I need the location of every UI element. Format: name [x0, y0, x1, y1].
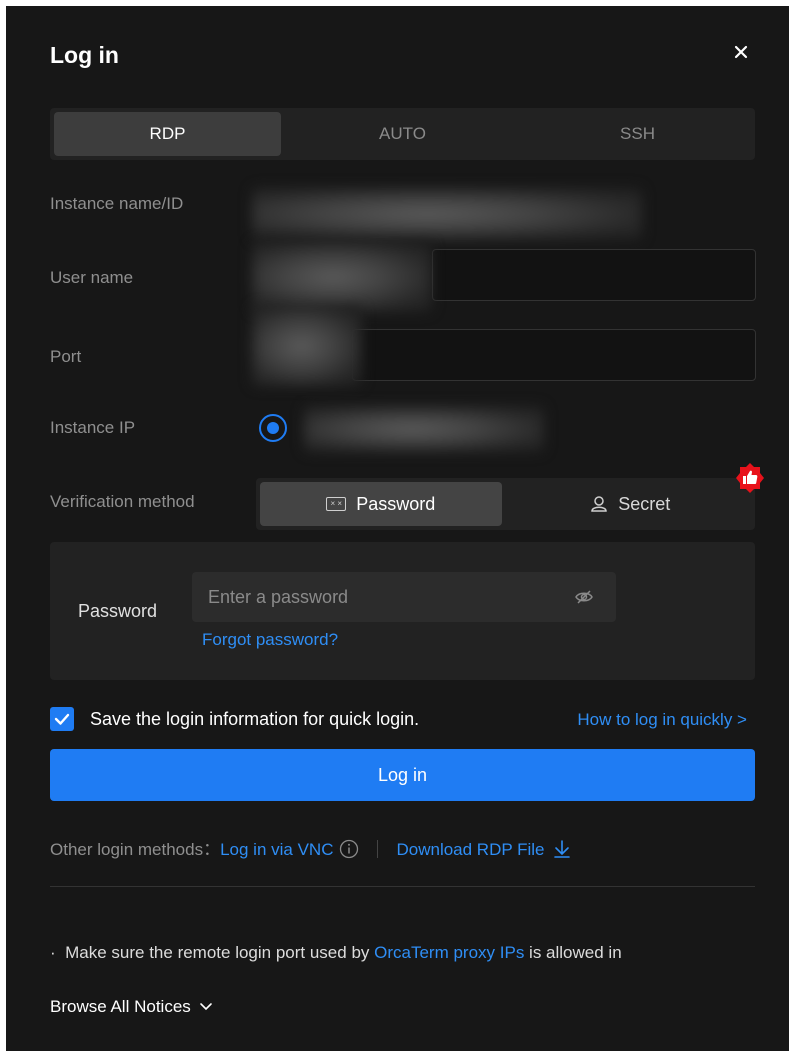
port-input[interactable]	[352, 329, 756, 381]
verification-secret-option[interactable]: Secret	[510, 482, 752, 526]
password-label: Password	[78, 601, 158, 621]
login-button[interactable]: Log in	[50, 749, 755, 801]
password-field[interactable]	[192, 572, 616, 622]
tab-rdp[interactable]: RDP	[54, 112, 281, 156]
verification-password-option[interactable]: × × Password	[260, 482, 502, 526]
separator	[377, 840, 379, 858]
verification-method-label: Verification method	[50, 492, 195, 511]
divider	[50, 886, 755, 887]
other-login-methods-label: Other login methods：	[50, 840, 221, 859]
info-icon[interactable]	[339, 839, 359, 859]
login-via-vnc-link[interactable]: Log in via VNC	[220, 840, 333, 859]
chevron-down-icon	[199, 996, 213, 1011]
user-name-label: User name	[50, 268, 134, 287]
browse-all-notices-label: Browse All Notices	[50, 997, 191, 1016]
instance-name-value	[252, 188, 642, 240]
verification-method-toggle: × × Password Secret	[256, 478, 755, 530]
port-value	[252, 306, 362, 386]
forgot-password-link[interactable]: Forgot password?	[202, 630, 338, 650]
tab-ssh[interactable]: SSH	[524, 112, 751, 156]
user-key-icon	[590, 495, 608, 513]
instance-ip-radio[interactable]	[259, 414, 287, 442]
password-input[interactable]	[208, 572, 548, 622]
browse-all-notices-button[interactable]: Browse All Notices	[50, 996, 213, 1017]
keyboard-icon: × ×	[326, 497, 347, 511]
orcaterm-proxy-ips-link[interactable]: OrcaTerm proxy IPs	[374, 943, 524, 962]
close-icon[interactable]	[730, 42, 752, 64]
how-to-log-in-quickly-link[interactable]: How to log in quickly >	[577, 710, 747, 730]
protocol-tabs: RDP AUTO SSH	[50, 108, 755, 160]
dialog-title: Log in	[50, 42, 119, 68]
eye-off-icon[interactable]	[574, 587, 594, 607]
password-panel: Password Forgot password?	[50, 542, 755, 680]
instance-name-label: Instance name/ID	[50, 194, 184, 213]
port-label: Port	[50, 347, 82, 366]
notice-text-before: Make sure the remote login port used by	[65, 943, 375, 962]
save-login-checkbox[interactable]	[50, 707, 74, 731]
other-login-methods: Other login methods：Log in via VNC Downlo…	[50, 835, 571, 860]
instance-ip-value	[304, 406, 544, 452]
verification-password-label: Password	[356, 493, 436, 514]
user-name-value	[252, 242, 432, 312]
user-name-input[interactable]	[432, 249, 756, 301]
save-login-label: Save the login information for quick log…	[90, 709, 420, 729]
instance-ip-label: Instance IP	[50, 418, 136, 437]
notice-item: · Make sure the remote login port used b…	[50, 943, 622, 963]
download-rdp-file-link[interactable]: Download RDP File	[396, 840, 544, 859]
tab-auto[interactable]: AUTO	[289, 112, 516, 156]
download-icon[interactable]	[553, 839, 571, 859]
notice-bullet: ·	[50, 943, 56, 962]
login-dialog: Log in RDP AUTO SSH Instance name/ID Use…	[6, 6, 789, 1051]
notice-text-after: is allowed in	[524, 943, 622, 962]
verification-secret-label: Secret	[618, 493, 671, 514]
thumbs-up-badge-icon	[733, 461, 767, 495]
